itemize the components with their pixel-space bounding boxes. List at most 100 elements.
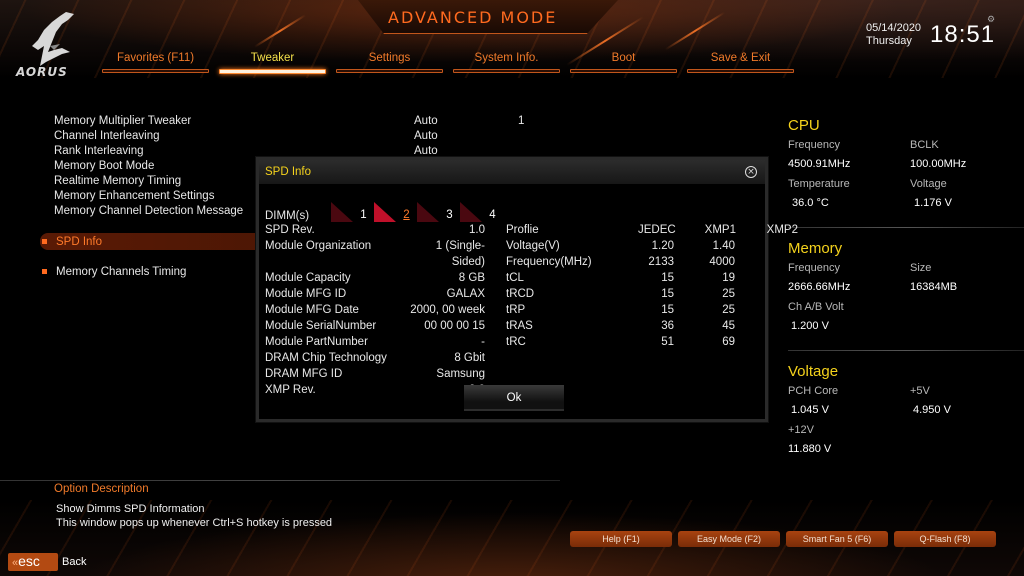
- tab-boot[interactable]: Boot: [570, 52, 677, 74]
- xmp1-value: 45: [722, 320, 735, 332]
- esc-label: esc: [18, 553, 40, 569]
- cpu-frequency-value: 4500.91MHz: [788, 158, 851, 170]
- dimm-number: 4: [489, 209, 496, 221]
- dimm-slot-icon: [331, 202, 353, 222]
- tab-underline: [453, 69, 560, 73]
- tab-save-exit[interactable]: Save & Exit: [687, 52, 794, 74]
- tab-favorites[interactable]: Favorites (F11): [102, 52, 209, 74]
- pch-core-label: PCH Core: [788, 385, 839, 397]
- smart-fan-button[interactable]: Smart Fan 5 (F6): [786, 531, 888, 547]
- jedec-value: 51: [661, 336, 674, 348]
- gear-icon[interactable]: ⚙: [987, 15, 995, 25]
- back-button[interactable]: Back: [62, 556, 86, 568]
- easy-mode-button[interactable]: Easy Mode (F2): [678, 531, 780, 547]
- setting-value[interactable]: Auto: [414, 129, 518, 144]
- dimm-selector: DIMM(s) 1 2 3 4: [265, 202, 503, 222]
- setting-channel-interleaving[interactable]: Channel Interleaving Auto: [54, 129, 574, 144]
- tab-label: Tweaker: [250, 52, 295, 64]
- function-key-bar: Help (F1) Easy Mode (F2) Smart Fan 5 (F6…: [570, 531, 996, 547]
- dimm-slot-1[interactable]: 1: [331, 202, 374, 222]
- cpu-temperature-label: Temperature: [788, 178, 850, 190]
- info-value: 00 00 00 15: [424, 320, 485, 332]
- esc-button[interactable]: «esc: [8, 553, 58, 571]
- voltage-stats: PCH Core +5V 1.045 V 4.950 V +12V 11.880…: [788, 385, 1024, 463]
- dimm-slot-2[interactable]: 2: [374, 202, 417, 222]
- close-icon[interactable]: ×: [745, 166, 757, 178]
- memory-volt-label: Ch A/B Volt: [788, 301, 844, 313]
- option-description-line: This window pops up whenever Ctrl+S hotk…: [56, 517, 333, 529]
- cpu-voltage-value: 1.176 V: [914, 197, 952, 209]
- module-info-row: Module Capacity 8 GB: [265, 270, 485, 286]
- dimm-slot-icon: [460, 202, 482, 222]
- module-info-row: Module SerialNumber 00 00 00 15: [265, 318, 485, 334]
- tab-underline: [687, 69, 794, 73]
- dimm-slot-icon: [374, 202, 396, 222]
- plus5v-label: +5V: [910, 385, 930, 397]
- day-text: Thursday: [866, 35, 912, 47]
- info-key: DRAM MFG ID: [265, 368, 343, 380]
- setting-memory-multiplier-tweaker[interactable]: Memory Multiplier Tweaker Auto 1: [54, 114, 574, 129]
- jedec-value: 15: [661, 304, 674, 316]
- jedec-col-header: JEDEC: [638, 224, 676, 236]
- help-button[interactable]: Help (F1): [570, 531, 672, 547]
- spd-info-dialog: SPD Info × DIMM(s) 1 2 3 4 SPD Rev. 1.0 M…: [256, 157, 798, 422]
- dimm-slot-4[interactable]: 4: [460, 202, 503, 222]
- brand-logo-text: AORUS: [16, 65, 68, 79]
- tab-tweaker[interactable]: Tweaker: [219, 52, 326, 74]
- profile-row: tRP 15 25: [506, 302, 798, 318]
- tab-label: Favorites (F11): [116, 52, 195, 64]
- dimm-slot-3[interactable]: 3: [417, 202, 460, 222]
- info-key: Module MFG ID: [265, 288, 347, 300]
- cpu-frequency-label: Frequency: [788, 139, 840, 151]
- date-text: 05/14/2020: [866, 22, 922, 34]
- dimm-number: 2: [403, 209, 410, 221]
- submenu-label: Memory Channels Timing: [56, 265, 187, 278]
- empty-cell: [910, 424, 1020, 443]
- profile-key: tRC: [506, 336, 526, 348]
- tab-settings[interactable]: Settings: [336, 52, 443, 74]
- bullet-icon: [42, 239, 47, 244]
- setting-extra-value: 1: [518, 115, 525, 127]
- profile-key: Frequency(MHz): [506, 256, 592, 268]
- cpu-stats: Frequency BCLK 4500.91MHz 100.00MHz Temp…: [788, 139, 1024, 217]
- xmp1-value: 1.40: [712, 240, 735, 252]
- profile-row: tCL 15 19: [506, 270, 798, 286]
- clock-time: 18:51: [930, 21, 996, 48]
- info-value: -: [481, 336, 485, 348]
- info-value: 8 Gbit: [454, 352, 485, 364]
- module-info-row: XMP Rev.2.0: [265, 382, 485, 398]
- module-info-row: DRAM Chip Technology 8 Gbit: [265, 350, 485, 366]
- submenu-memory-channels-timing[interactable]: Memory Channels Timing: [40, 263, 186, 280]
- ok-button[interactable]: Ok: [464, 385, 564, 411]
- memory-frequency-value: 2666.66MHz: [788, 281, 851, 293]
- submenu-label: SPD Info: [56, 235, 103, 248]
- profile-row: Frequency(MHz) 2133 4000: [506, 254, 798, 270]
- xmp1-value: 25: [722, 304, 735, 316]
- xmp1-value: 19: [722, 272, 735, 284]
- dimm-number: 3: [446, 209, 453, 221]
- plus12v-label: +12V: [788, 424, 814, 436]
- plus5v-value: 4.950 V: [913, 404, 951, 416]
- tab-underline: [336, 69, 443, 73]
- module-info-row: Module MFG Date 2000, 00 week: [265, 302, 485, 318]
- module-info-row: DRAM MFG ID Samsung: [265, 366, 485, 382]
- xmp2-col-header: XMP2: [766, 224, 798, 236]
- setting-value[interactable]: Auto: [414, 114, 518, 129]
- info-value: 1 (Single-Sided): [435, 240, 485, 268]
- tab-underline: [570, 69, 677, 73]
- tab-system-info[interactable]: System Info.: [453, 52, 560, 74]
- setting-label: Channel Interleaving: [54, 130, 160, 142]
- info-key: SPD Rev.: [265, 224, 315, 236]
- section-divider: [788, 350, 1024, 351]
- profile-header-row: Proflie JEDEC XMP1 XMP2: [506, 222, 798, 238]
- tab-label: System Info.: [474, 52, 539, 64]
- xmp1-value: 25: [722, 288, 735, 300]
- tab-underline: [102, 69, 209, 73]
- q-flash-button[interactable]: Q-Flash (F8): [894, 531, 996, 547]
- info-value: 1.0: [469, 224, 485, 236]
